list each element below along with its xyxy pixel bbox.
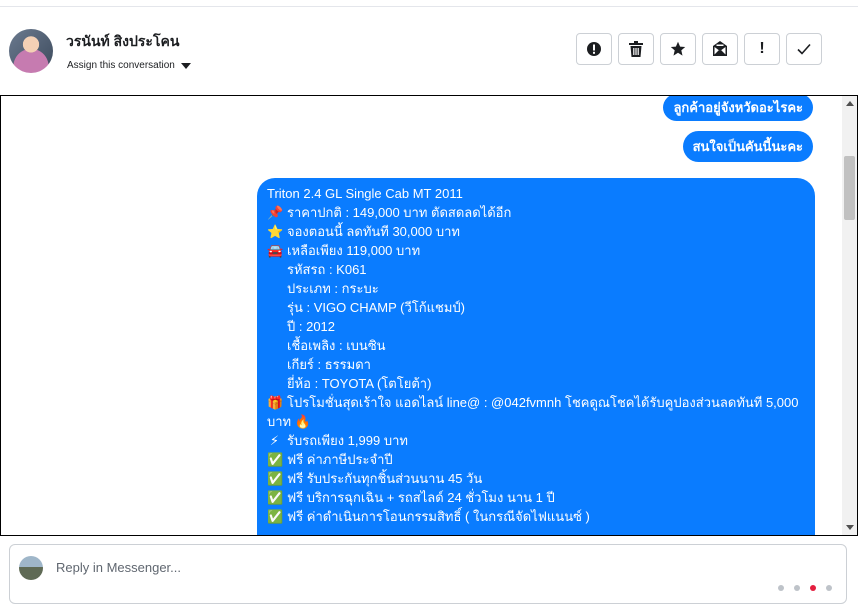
message-line: ปี : 2012: [287, 319, 336, 334]
check-icon: [797, 43, 811, 55]
more-icon[interactable]: [826, 585, 832, 591]
done-button[interactable]: [786, 33, 822, 65]
line-text: ฟรี ค่าดำเนินการโอนกรรมสิทธิ์ ( ในกรณีจั…: [287, 509, 590, 524]
message-line: ✅ ฟรี ค่าภาษีประจำปี: [267, 450, 805, 469]
conversation-header: วรนันท์ สิงประโคน Assign this conversati…: [0, 7, 858, 95]
reply-box[interactable]: [9, 544, 847, 604]
delete-button[interactable]: [618, 33, 654, 65]
scroll-down-arrow-icon[interactable]: [846, 525, 854, 530]
message-line: ✅ ฟรี ค่าดำเนินการโอนกรรมสิทธิ์ ( ในกรณีจ…: [267, 507, 805, 526]
star-icon: [670, 41, 686, 56]
assign-conversation-dropdown[interactable]: Assign this conversation: [67, 60, 191, 71]
line-text: ฟรี ค่าภาษีประจำปี: [287, 452, 393, 467]
message-line: 📌 ราคาปกติ : 149,000 บาท ตัดสดลดได้อีก: [267, 203, 805, 222]
caret-down-icon: [180, 62, 191, 69]
line-text: ฟรี บริการฉุกเฉิน + รถสไลด์ 24 ชั่วโมง น…: [287, 490, 555, 505]
message-line: ⭐ จองตอนนี้ ลดทันที 30,000 บาท: [267, 222, 805, 241]
line-text: โปรโมชั่นสุดเร้าใจ แอดไลน์ line@ : @042f…: [267, 395, 799, 429]
thread-scrollbar[interactable]: [842, 96, 857, 535]
message-line: ⚡ รับรถเพียง 1,999 บาท: [267, 431, 805, 450]
line-text: ฟรี รับประกันทุกชิ้นส่วนนาน 45 วัน: [287, 471, 483, 486]
star-button[interactable]: [660, 33, 696, 65]
attach-icon[interactable]: [778, 585, 784, 591]
message-bubble-listing: Triton 2.4 GL Single Cab MT 2011 📌 ราคาปก…: [257, 178, 815, 535]
message-line: ประเภท : กระบะ: [287, 281, 379, 296]
action-toolbar: !: [576, 33, 822, 65]
lightning-icon: ⚡: [269, 433, 280, 448]
reply-input[interactable]: [54, 559, 758, 576]
check-mark-icon: ✅: [267, 471, 284, 486]
line-text: รับรถเพียง 1,999 บาท: [287, 433, 408, 448]
scroll-up-arrow-icon[interactable]: [846, 101, 854, 106]
message-line: รหัสรถ : K061: [287, 262, 367, 277]
line-text: จองตอนนี้ ลดทันที 30,000 บาท: [287, 224, 460, 239]
reply-toolbar: [778, 585, 832, 591]
message-line: 🎁 โปรโมชั่นสุดเร้าใจ แอดไลน์ line@ : @042…: [267, 393, 805, 431]
star-emoji-icon: ⭐: [267, 224, 284, 239]
message-bubble-outgoing: ลูกค้าอยู่จังหวัดอะไรคะ: [663, 96, 813, 121]
message-line: เกียร์ : ธรรมดา: [287, 357, 371, 372]
message-line: ยี่ห้อ : TOYOTA (โตโยต้า): [287, 376, 432, 391]
message-line: เชื้อเพลิง : เบนซิน: [287, 338, 386, 353]
check-mark-icon: ✅: [267, 509, 284, 524]
check-mark-icon: ✅: [267, 490, 284, 505]
message-line: ✅ ฟรี รับประกันทุกชิ้นส่วนนาน 45 วัน: [267, 469, 805, 488]
like-icon[interactable]: [810, 585, 816, 591]
emoji-icon[interactable]: [794, 585, 800, 591]
pin-icon: 📌: [267, 205, 284, 220]
listing-title: Triton 2.4 GL Single Cab MT 2011: [267, 186, 463, 201]
alert-circle-icon: [587, 42, 601, 56]
spam-button[interactable]: [576, 33, 612, 65]
contact-name[interactable]: วรนันท์ สิงประโคน: [66, 31, 179, 53]
contact-avatar[interactable]: [9, 29, 53, 73]
exclamation-icon: !: [759, 40, 765, 57]
gift-icon: 🎁: [267, 395, 284, 410]
message-thread[interactable]: ลูกค้าอยู่จังหวัดอะไรคะ สนใจเป็นคันนี้นะ…: [0, 95, 858, 536]
line-text: เหลือเพียง 119,000 บาท: [287, 243, 421, 258]
envelope-icon: [713, 41, 727, 56]
scrollbar-thumb[interactable]: [844, 156, 855, 220]
mark-unread-button[interactable]: [702, 33, 738, 65]
trash-icon: [629, 41, 643, 57]
message-line: รุ่น : VIGO CHAMP (วีโก้แชมป์): [287, 300, 465, 315]
car-icon: 🚘: [267, 243, 284, 258]
message-line: ✅ ฟรี บริการฉุกเฉิน + รถสไลด์ 24 ชั่วโมง …: [267, 488, 805, 507]
check-mark-icon: ✅: [267, 452, 284, 467]
page-avatar: [19, 556, 43, 580]
follow-up-button[interactable]: !: [744, 33, 780, 65]
message-line: 🚘 เหลือเพียง 119,000 บาท: [267, 241, 805, 260]
message-bubble-outgoing: สนใจเป็นคันนี้นะคะ: [682, 131, 813, 162]
line-text: ราคาปกติ : 149,000 บาท ตัดสดลดได้อีก: [287, 205, 512, 220]
assign-label: Assign this conversation: [67, 60, 175, 71]
